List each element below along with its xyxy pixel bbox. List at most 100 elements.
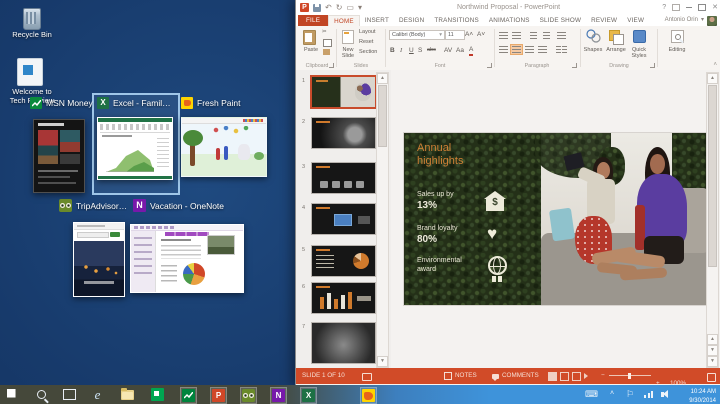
columns-button[interactable] <box>555 44 568 55</box>
cut-icon[interactable]: ✂ <box>322 29 327 35</box>
slide-thumbnail-1[interactable]: 1 <box>310 75 377 109</box>
account-dropdown-icon[interactable]: ▾ <box>701 15 704 26</box>
new-slide-button[interactable]: New Slide <box>336 47 360 59</box>
taskbar-internet-explorer[interactable]: e <box>90 387 105 402</box>
numbering-button[interactable] <box>510 30 523 41</box>
font-color-button[interactable]: A <box>469 45 473 56</box>
touch-keyboard-icon[interactable]: ⌨ <box>585 385 598 404</box>
taskview-item-tripadvisor[interactable]: TripAdvisor… <box>59 199 127 212</box>
notes-button[interactable]: NOTES <box>444 368 477 384</box>
taskbar-excel[interactable]: X <box>300 387 317 404</box>
slide-thumbnail-3[interactable]: 3 <box>311 162 376 194</box>
taskview-item-onenote[interactable]: N Vacation - OneNote <box>133 199 224 212</box>
align-center-button[interactable] <box>510 44 523 55</box>
tab-review[interactable]: REVIEW <box>586 15 622 26</box>
align-right-button[interactable] <box>523 44 536 55</box>
canvas-scroll-down-icon[interactable]: ▼ <box>707 356 718 367</box>
search-button[interactable] <box>34 387 49 402</box>
network-icon[interactable] <box>644 391 653 398</box>
onenote-thumbnail[interactable] <box>130 224 244 293</box>
increase-font-icon[interactable]: A˄ <box>465 30 473 39</box>
font-dialog-launcher[interactable] <box>487 63 492 68</box>
character-spacing-icon[interactable]: AV <box>444 46 452 55</box>
fit-slide-to-window-icon[interactable] <box>707 373 716 382</box>
tab-transitions[interactable]: TRANSITIONS <box>429 15 484 26</box>
canvas-scroll-up-icon[interactable]: ▲ <box>707 73 718 84</box>
current-slide[interactable]: Annual highlights Sales up by 13% $ Bran… <box>404 133 709 305</box>
bullets-button[interactable] <box>497 30 510 41</box>
volume-icon[interactable] <box>661 392 664 397</box>
comments-button[interactable]: COMMENTS <box>492 368 539 384</box>
account-avatar[interactable] <box>707 16 717 26</box>
slide-thumbnail-5[interactable]: 5 <box>311 245 376 277</box>
tab-design[interactable]: DESIGN <box>394 15 429 26</box>
tab-file[interactable]: FILE <box>298 15 328 26</box>
slide-thumbnail-7[interactable]: 7 <box>311 322 376 364</box>
next-slide-icon[interactable]: ▼ <box>707 345 718 356</box>
start-button[interactable] <box>5 387 20 402</box>
slide-thumbnail-4[interactable]: 4 <box>311 203 376 235</box>
paste-button[interactable]: Paste <box>300 47 322 53</box>
taskview-item-excel[interactable]: X Excel - Family… <box>97 97 171 109</box>
tab-home[interactable]: HOME <box>328 15 360 27</box>
minimize-button[interactable] <box>686 7 692 8</box>
canvas-scrollbar-thumb[interactable] <box>708 85 717 267</box>
tab-slide-show[interactable]: SLIDE SHOW <box>535 15 587 26</box>
slideshow-view-button[interactable] <box>584 373 588 379</box>
show-hidden-icons-chevron[interactable]: ˄ <box>610 384 614 403</box>
line-spacing-button[interactable] <box>555 30 568 41</box>
msn-money-thumbnail[interactable] <box>33 119 85 193</box>
restore-button[interactable] <box>698 4 706 11</box>
slide-thumbnail-6[interactable]: 6 <box>311 282 376 314</box>
previous-slide-icon[interactable]: ▲ <box>707 334 718 345</box>
action-center-flag-icon[interactable]: ⚐ <box>626 385 634 404</box>
tab-view[interactable]: VIEW <box>622 15 649 26</box>
zoom-slider[interactable] <box>609 375 651 376</box>
panel-scroll-down-icon[interactable]: ▼ <box>377 356 388 367</box>
ribbon-options-button[interactable] <box>672 4 680 11</box>
zoom-slider-knob[interactable] <box>628 373 631 379</box>
tripadvisor-thumbnail[interactable] <box>73 222 125 297</box>
canvas-scrollbar[interactable]: ▲ ▲ ▼ ▼ <box>706 72 719 368</box>
italic-button[interactable]: I <box>400 46 402 55</box>
display-settings-icon[interactable] <box>362 373 372 381</box>
decrease-indent-button[interactable] <box>527 30 540 41</box>
change-case-icon[interactable]: Aa <box>456 46 464 55</box>
close-button[interactable]: ✕ <box>712 0 718 15</box>
paragraph-dialog-launcher[interactable] <box>572 63 577 68</box>
taskbar-file-explorer[interactable] <box>120 387 135 402</box>
editing-button[interactable]: Editing <box>665 47 689 53</box>
increase-indent-button[interactable] <box>540 30 553 41</box>
task-view-button[interactable] <box>62 387 77 402</box>
text-shadow-button[interactable]: S <box>418 46 422 55</box>
slide-sorter-view-button[interactable] <box>560 372 569 381</box>
panel-scroll-up-icon[interactable]: ▲ <box>377 73 388 84</box>
font-size-select[interactable]: 11 <box>445 30 465 40</box>
underline-button[interactable]: U <box>409 46 414 55</box>
reset-button[interactable]: Reset <box>359 39 373 45</box>
copy-icon[interactable] <box>323 39 332 47</box>
taskview-item-msn-money[interactable]: MSN Money <box>30 97 93 109</box>
section-button[interactable]: Section <box>359 49 377 55</box>
justify-button[interactable] <box>536 44 549 55</box>
panel-scrollbar[interactable]: ▲ ▼ <box>376 72 389 368</box>
normal-view-button[interactable] <box>548 372 557 381</box>
excel-thumbnail[interactable] <box>97 117 173 180</box>
taskbar-fresh-paint[interactable] <box>360 387 377 404</box>
decrease-font-icon[interactable]: A˅ <box>477 30 485 39</box>
layout-button[interactable]: Layout <box>359 29 376 35</box>
taskbar-onenote[interactable]: N <box>270 387 287 404</box>
tab-insert[interactable]: INSERT <box>360 15 394 26</box>
taskview-item-fresh-paint[interactable]: Fresh Paint <box>181 97 240 109</box>
taskbar-msn-money[interactable] <box>180 387 197 404</box>
font-family-select[interactable]: Calibri (Body) ▾ <box>389 30 445 40</box>
align-left-button[interactable] <box>497 44 510 55</box>
taskbar-clock[interactable]: 10:24 AM 9/30/2014 <box>689 388 716 404</box>
taskbar-powerpoint[interactable]: P <box>210 387 227 404</box>
account-name[interactable]: Antonio Orin <box>665 15 698 26</box>
fresh-paint-thumbnail[interactable] <box>181 117 267 177</box>
strikethrough-button[interactable]: abc <box>427 46 436 55</box>
slide-thumbnail-2[interactable]: 2 <box>311 117 376 149</box>
format-painter-icon[interactable] <box>323 49 330 55</box>
tab-animations[interactable]: ANIMATIONS <box>484 15 535 26</box>
